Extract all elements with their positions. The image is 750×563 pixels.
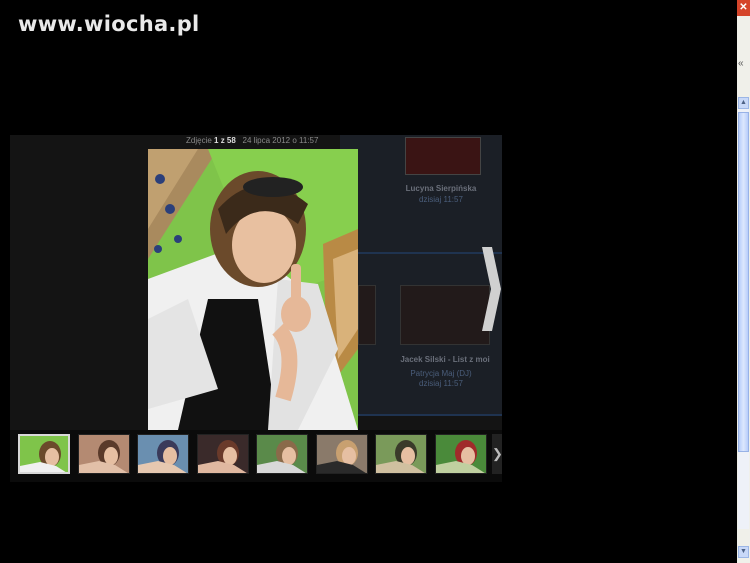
background-video-title: Jacek Silski - List z moi (400, 355, 490, 364)
scroll-thumb[interactable] (738, 112, 749, 452)
background-video-time: dzisiaj 11:57 (419, 379, 463, 388)
background-video-thumb-left (358, 285, 376, 345)
collapse-icon[interactable]: « (738, 58, 744, 69)
photo-thumbnail[interactable] (434, 434, 487, 474)
scroll-up-button[interactable]: ▲ (738, 97, 749, 109)
photo-thumbnail[interactable] (375, 434, 427, 474)
caption-index: 1 z 58 (214, 136, 236, 145)
background-video-author: Patrycja Maj (DJ) (410, 369, 472, 378)
scroll-down-button[interactable]: ▼ (738, 546, 749, 558)
next-photo-arrow[interactable] (480, 245, 502, 333)
caption-prefix: Zdjęcie (186, 136, 212, 145)
close-icon[interactable]: ✕ (737, 0, 750, 16)
strip-next-button[interactable]: ❯ (492, 434, 503, 474)
background-friend-name: Lucyna Sierpińska (405, 184, 477, 193)
photo-thumbnail[interactable] (77, 434, 130, 474)
background-friend-photo (405, 137, 481, 175)
background-divider (340, 252, 502, 254)
watermark-logo: www.wiocha.pl (18, 12, 200, 36)
photo-thumbnail[interactable] (196, 434, 249, 474)
photo-thumbnail[interactable] (315, 434, 368, 474)
photo-caption: Zdjęcie 1 z 58 24 lipca 2012 o 11:57 (186, 136, 318, 145)
background-video-thumb (400, 285, 490, 345)
main-photo[interactable] (148, 149, 358, 430)
background-divider-bottom (340, 414, 502, 416)
photo-thumbnail[interactable] (256, 434, 308, 474)
caption-date: 24 lipca 2012 o 11:57 (242, 136, 319, 145)
photo-thumbnail[interactable] (18, 434, 70, 474)
photo-thumbnail[interactable] (137, 434, 189, 474)
background-friend-time: dzisiaj 11:57 (419, 195, 463, 204)
